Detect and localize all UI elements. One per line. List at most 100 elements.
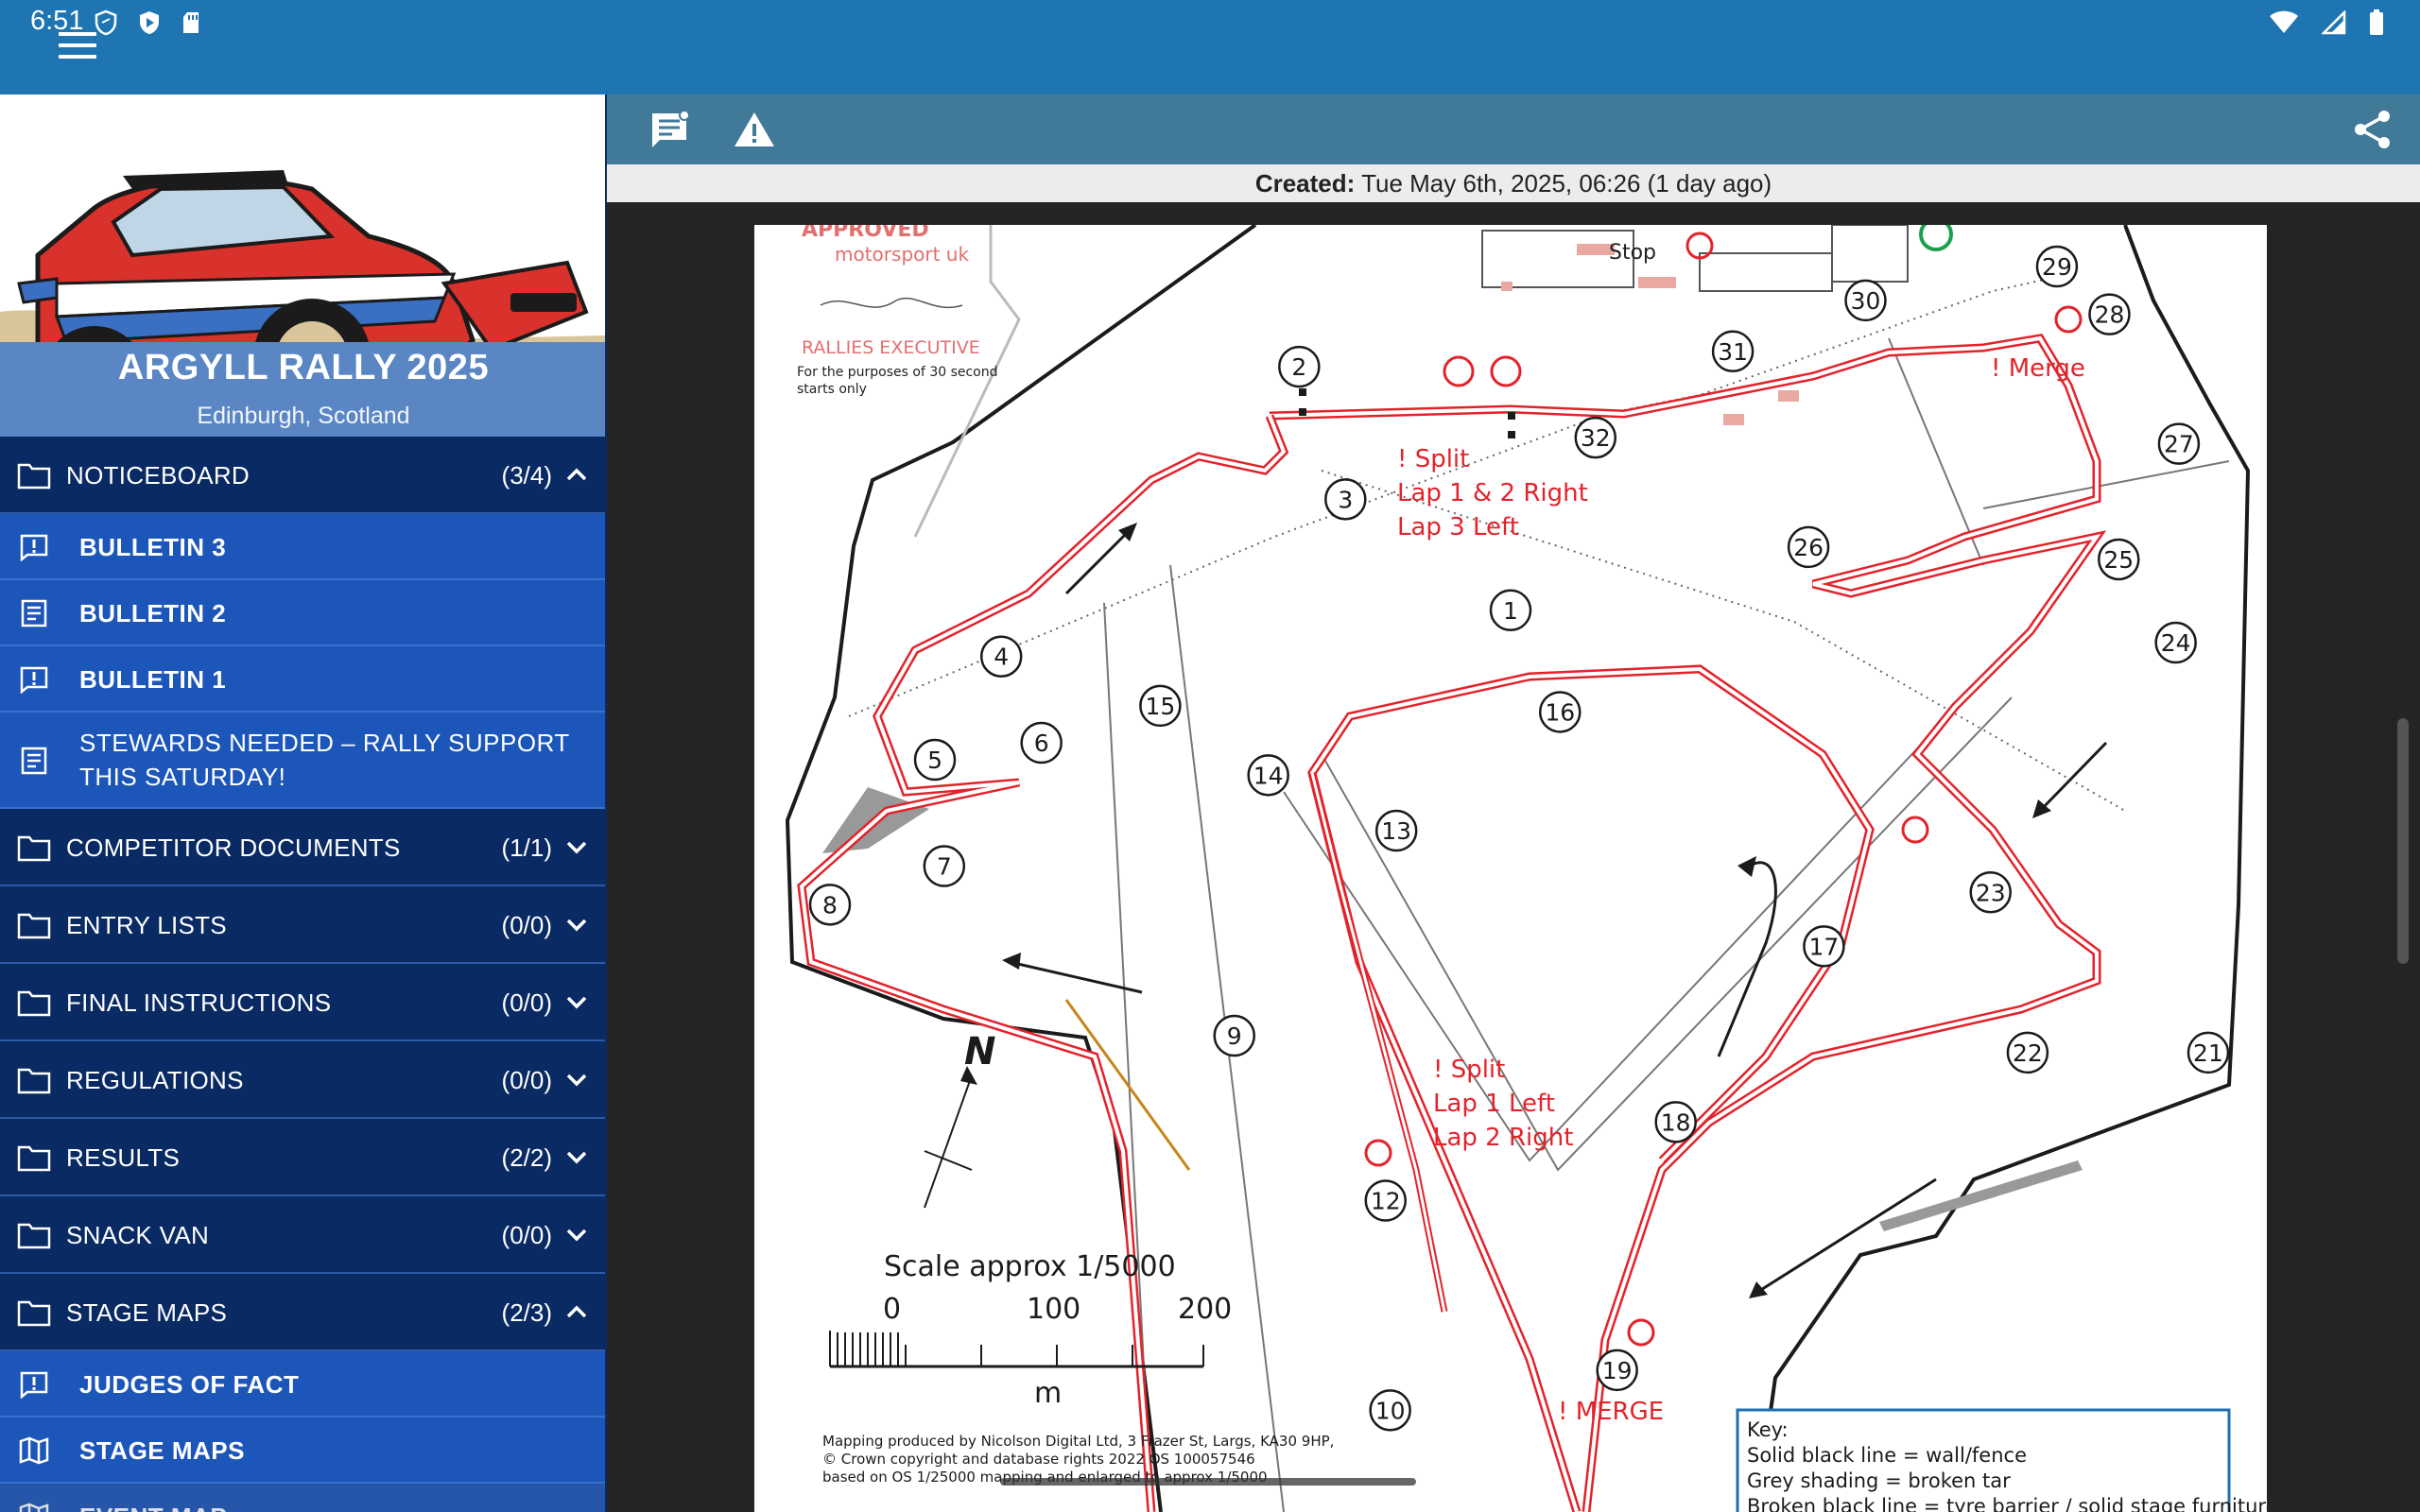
- folder-icon: [17, 835, 51, 862]
- menu-button[interactable]: [59, 32, 96, 60]
- bulletin-2-label: BULLETIN 2: [79, 599, 227, 627]
- waypoint-number: 5: [927, 747, 942, 774]
- comment-icon[interactable]: [647, 108, 692, 151]
- split-2-line-3: Lap 2 Right: [1433, 1124, 1573, 1152]
- scrollbar[interactable]: [2397, 718, 2409, 964]
- waypoint-number: 15: [1145, 693, 1175, 720]
- scale-title: Scale approx 1/5000: [884, 1250, 1176, 1283]
- wifi-icon: [2270, 10, 2298, 33]
- alert-message-icon: [20, 666, 48, 694]
- bulletin-1[interactable]: BULLETIN 1: [0, 646, 605, 713]
- north-label: N: [964, 1030, 995, 1074]
- waypoint-number: 30: [1851, 287, 1881, 315]
- folder-count: (1/1): [501, 833, 552, 862]
- split-1-line-1: ! Split: [1397, 445, 1469, 473]
- folder-noticeboard[interactable]: NOTICEBOARD (3/4): [0, 437, 605, 514]
- folder-label: REGULATIONS: [66, 1066, 244, 1094]
- folder-icon: [17, 1145, 51, 1172]
- status-icons-left: [95, 9, 200, 36]
- waypoint-number: 32: [1581, 424, 1611, 452]
- folder-snack-van[interactable]: SNACK VAN (0/0): [0, 1196, 605, 1274]
- judges-of-fact-label: JUDGES OF FACT: [79, 1370, 300, 1399]
- merge-bottom-label: ! MERGE: [1558, 1398, 1664, 1426]
- waypoint-number: 7: [937, 853, 952, 881]
- chevron-down-icon: [566, 996, 587, 1009]
- waypoint-number: 12: [1371, 1188, 1401, 1215]
- folder-count: (2/2): [501, 1143, 552, 1172]
- event-map-item[interactable]: EVENT MAP: [0, 1484, 605, 1512]
- split-1-line-3: Lap 3 Left: [1397, 513, 1519, 541]
- stage-maps-item[interactable]: STAGE MAPS: [0, 1418, 605, 1484]
- gesture-handle[interactable]: [1000, 1478, 1416, 1486]
- warning-icon[interactable]: [732, 108, 777, 151]
- map-icon: [19, 1503, 49, 1512]
- key-line-2: Grey shading = broken tar: [1747, 1469, 2011, 1492]
- app-bar: 6:51: [0, 0, 2420, 94]
- split-1-line-2: Lap 1 & 2 Right: [1397, 479, 1588, 507]
- folder-entry-lists[interactable]: ENTRY LISTS (0/0): [0, 886, 605, 964]
- map-icon: [19, 1436, 49, 1465]
- scale-200: 200: [1178, 1293, 1232, 1326]
- chevron-down-icon: [566, 919, 587, 932]
- waypoint-number: 13: [1381, 817, 1411, 845]
- bulletin-3[interactable]: BULLETIN 3: [0, 514, 605, 580]
- event-banner: ARGYLL RALLY 2025 Edinburgh, Scotland: [0, 94, 605, 437]
- chevron-up-icon: [566, 468, 587, 481]
- folder-label: NOTICEBOARD: [66, 461, 250, 490]
- chevron-down-icon: [566, 1074, 587, 1087]
- chevron-down-icon: [566, 1151, 587, 1164]
- stage-map-page[interactable]: APPROVED motorsport uk RALLIES EXECUTIVE…: [754, 225, 2267, 1512]
- waypoint-number: 6: [1034, 730, 1049, 757]
- created-value: Tue May 6th, 2025, 06:26 (1 day ago): [1361, 169, 1772, 198]
- sd-card-icon: [183, 12, 199, 33]
- scale-100: 100: [1027, 1293, 1080, 1326]
- stewards-notice-label: STEWARDS NEEDED – RALLY SUPPORT THIS SAT…: [79, 729, 570, 791]
- waypoint-number: 16: [1545, 698, 1575, 726]
- battery-icon: [2370, 9, 2383, 35]
- scale-0: 0: [883, 1293, 901, 1326]
- folder-icon: [17, 463, 51, 490]
- thirty-second-note-1: For the purposes of 30 second: [797, 365, 998, 380]
- stop-label: Stop: [1609, 241, 1656, 265]
- waypoint-number: 9: [1227, 1022, 1242, 1050]
- folder-stage-maps[interactable]: STAGE MAPS (2/3): [0, 1274, 605, 1351]
- judges-of-fact[interactable]: JUDGES OF FACT: [0, 1351, 605, 1418]
- folder-count: (0/0): [501, 988, 552, 1017]
- waypoint-number: 25: [2103, 546, 2134, 574]
- document-icon: [21, 599, 47, 627]
- folder-final-instructions[interactable]: FINAL INSTRUCTIONS (0/0): [0, 964, 605, 1041]
- folder-regulations[interactable]: REGULATIONS (0/0): [0, 1041, 605, 1119]
- waypoint-number: 2: [1291, 353, 1306, 381]
- waypoint-number: 14: [1253, 762, 1284, 789]
- shield-icon: [95, 9, 117, 36]
- credit-line-1: Mapping produced by Nicolson Digital Ltd…: [822, 1433, 1334, 1450]
- approved-stamp: APPROVED: [802, 225, 929, 242]
- chevron-down-icon: [566, 1228, 587, 1242]
- stewards-notice[interactable]: STEWARDS NEEDED – RALLY SUPPORT THIS SAT…: [0, 713, 605, 809]
- chevron-up-icon: [566, 1305, 587, 1318]
- waypoint-number: 4: [994, 644, 1009, 671]
- waypoint-number: 8: [822, 891, 838, 919]
- folder-results[interactable]: RESULTS (2/2): [0, 1119, 605, 1196]
- waypoint-number: 10: [1375, 1397, 1406, 1424]
- waypoint-number: 22: [2013, 1040, 2043, 1067]
- folder-competitor-documents[interactable]: COMPETITOR DOCUMENTS (1/1): [0, 809, 605, 886]
- split-2-line-2: Lap 1 Left: [1433, 1090, 1555, 1118]
- waypoint-number: 24: [2161, 629, 2191, 657]
- document-icon: [21, 747, 47, 775]
- share-icon[interactable]: [2350, 108, 2395, 151]
- credit-line-2: © Crown copyright and database rights 20…: [822, 1451, 1255, 1468]
- bulletin-2[interactable]: BULLETIN 2: [0, 580, 605, 646]
- cell-signal-icon: [2322, 10, 2346, 35]
- noticeboard-nav: NOTICEBOARD (3/4) BULLETIN 3 BULLETIN 2 …: [0, 437, 605, 1512]
- status-icons-right: [2269, 9, 2384, 36]
- stage-maps-label: STAGE MAPS: [79, 1436, 245, 1465]
- key-line-1: Solid black line = wall/fence: [1747, 1444, 2027, 1467]
- thirty-second-note-2: starts only: [797, 382, 867, 397]
- folder-count: (0/0): [501, 1221, 552, 1249]
- key-title: Key:: [1747, 1418, 1789, 1441]
- split-2-line-1: ! Split: [1433, 1056, 1505, 1084]
- folder-label: RESULTS: [66, 1143, 181, 1172]
- waypoint-number: 21: [2193, 1040, 2223, 1067]
- scale-unit: m: [1034, 1377, 1062, 1410]
